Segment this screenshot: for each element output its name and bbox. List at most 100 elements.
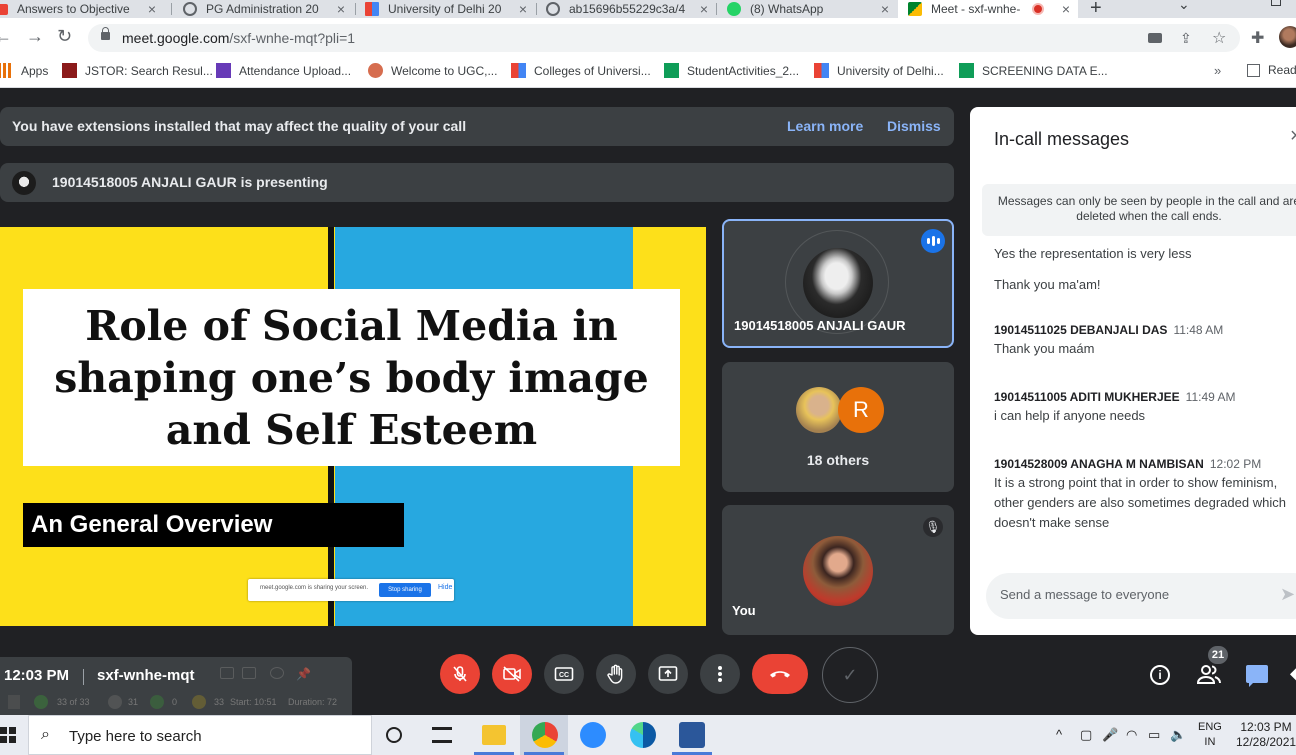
present-now-button[interactable] xyxy=(648,654,688,694)
people-button[interactable] xyxy=(1196,663,1222,685)
participant-count-badge: 21 xyxy=(1208,646,1228,664)
word-icon[interactable] xyxy=(679,722,705,748)
browser-tab[interactable]: PG Administration 20 × xyxy=(183,0,353,18)
close-icon[interactable]: × xyxy=(1290,125,1296,148)
participant-tile-others[interactable]: R 18 others xyxy=(722,362,954,492)
captions-icon: CC xyxy=(554,667,574,681)
dismiss-button[interactable]: Dismiss xyxy=(887,118,941,134)
extensions-puzzle-icon[interactable]: ✚ xyxy=(1251,28,1264,48)
chat-message: 19014511005 ADITI MUKHERJEE 11:49 AM i ca… xyxy=(994,390,1294,426)
close-tab-icon[interactable]: × xyxy=(700,1,708,17)
profile-avatar[interactable] xyxy=(1279,26,1296,48)
chevron-down-icon[interactable]: ⌄ xyxy=(1178,0,1190,13)
chat-icon[interactable] xyxy=(1246,665,1268,687)
share-notice-text: meet.google.com is sharing your screen. xyxy=(260,585,369,591)
bookmark-star-icon[interactable]: ☆ xyxy=(1212,28,1226,48)
camera-icon[interactable] xyxy=(1148,33,1162,43)
bookmark-apps[interactable]: Apps xyxy=(0,63,48,78)
activities-icon[interactable]: ◆ xyxy=(1290,663,1296,684)
file-explorer-icon[interactable] xyxy=(482,725,506,745)
windows-taskbar: ⌕ Type here to search ^ ▢ 🎤 ◠ ▭ 🔈 ENG IN… xyxy=(0,715,1296,755)
close-tab-icon[interactable]: × xyxy=(148,1,156,17)
edge-icon[interactable] xyxy=(630,722,656,748)
participant-tile-self[interactable]: 🎙 You xyxy=(722,505,954,635)
more-options-button[interactable] xyxy=(700,654,740,694)
tab-label: Answers to Objective xyxy=(17,2,130,16)
bookmark-screening[interactable]: SCREENING DATA E... xyxy=(959,63,1108,78)
tab-separator xyxy=(355,3,356,15)
bookmark-jstor[interactable]: JSTOR: Search Resul... xyxy=(62,63,213,78)
zoom-icon[interactable] xyxy=(580,722,606,748)
windows-start-icon[interactable] xyxy=(0,727,16,743)
bookmarks-overflow-button[interactable]: » xyxy=(1214,63,1221,78)
reload-icon[interactable]: ↻ xyxy=(57,27,72,45)
mic-off-icon: 🎙 xyxy=(923,517,943,537)
window-restore-icon[interactable] xyxy=(1271,0,1281,6)
captions-button[interactable]: CC xyxy=(544,654,584,694)
chat-message-text: Thank you ma'am! xyxy=(994,277,1101,292)
browser-tab[interactable]: Answers to Objective × xyxy=(0,0,164,18)
mic-off-button[interactable] xyxy=(440,654,480,694)
bookmark-ugc[interactable]: Welcome to UGC,... xyxy=(368,63,497,78)
meeting-code[interactable]: sxf-wnhe-mqt xyxy=(97,667,195,684)
close-tab-icon[interactable]: × xyxy=(519,1,527,17)
chat-message-input[interactable] xyxy=(1000,587,1270,602)
meeting-start-time: Start: 10:51 xyxy=(230,697,277,707)
close-tab-icon[interactable]: × xyxy=(1062,1,1070,17)
bookmarks-bar: Apps JSTOR: Search Resul... Attendance U… xyxy=(0,56,1296,88)
extension-warning-text: You have extensions installed that may a… xyxy=(12,118,467,134)
search-placeholder: Type here to search xyxy=(69,728,202,745)
tab-label: Meet - sxf-wnhe- xyxy=(931,2,1021,16)
participant-tile-presenter[interactable]: 19014518005 ANJALI GAUR xyxy=(722,219,954,348)
bookmark-colleges[interactable]: Colleges of Universi... xyxy=(511,63,651,78)
taskbar-clock[interactable]: 12:03 PM 12/28/2021 xyxy=(1236,720,1296,750)
chevron-up-icon[interactable]: ^ xyxy=(1056,727,1062,742)
meeting-details-info-icon[interactable]: i xyxy=(1150,665,1170,685)
wifi-icon[interactable]: ◠ xyxy=(1126,727,1137,743)
bookmark-du[interactable]: University of Delhi... xyxy=(814,63,944,78)
learn-more-link[interactable]: Learn more xyxy=(787,118,863,134)
avatar xyxy=(796,387,842,433)
task-view-icon[interactable] xyxy=(432,727,452,743)
bookmark-student-activities[interactable]: StudentActivities_2... xyxy=(664,63,799,78)
tab-separator xyxy=(716,3,717,15)
microphone-icon[interactable]: 🎤 xyxy=(1102,727,1118,743)
new-tab-button[interactable]: + xyxy=(1090,0,1102,18)
chat-sender: 19014511025 DEBANJALI DAS xyxy=(994,323,1168,337)
chat-sender: 19014511005 ADITI MUKHERJEE xyxy=(994,390,1180,404)
share-icon[interactable]: ⇪ xyxy=(1180,30,1192,47)
battery-icon[interactable]: ▭ xyxy=(1148,727,1160,743)
leave-call-button[interactable] xyxy=(752,654,808,694)
meet-now-icon[interactable]: ▢ xyxy=(1080,727,1092,743)
raise-hand-button[interactable] xyxy=(596,654,636,694)
close-tab-icon[interactable]: × xyxy=(881,1,889,17)
checkmark-button[interactable]: ✓ xyxy=(822,647,878,703)
reading-list-button[interactable]: Read xyxy=(1247,63,1296,77)
back-arrow-icon[interactable]: ← xyxy=(0,27,12,45)
speaking-indicator-icon xyxy=(921,229,945,253)
bookmark-attendance[interactable]: Attendance Upload... xyxy=(216,63,351,78)
cortana-icon[interactable] xyxy=(386,727,402,743)
participant-name: 19014518005 ANJALI GAUR xyxy=(734,318,906,333)
participants-icon xyxy=(34,695,48,709)
url-text[interactable]: meet.google.com/sxf-wnhe-mqt?pli=1 xyxy=(122,30,355,46)
browser-tab[interactable]: University of Delhi 20 × xyxy=(365,0,535,18)
camera-off-button[interactable] xyxy=(492,654,532,694)
taskbar-search-box[interactable]: ⌕ Type here to search xyxy=(28,715,372,755)
chat-compose-box[interactable]: ➤ xyxy=(986,573,1296,619)
forward-arrow-icon[interactable]: → xyxy=(26,27,44,45)
browser-tab[interactable]: (8) WhatsApp × xyxy=(727,0,897,18)
browser-tab-active[interactable]: Meet - sxf-wnhe- × xyxy=(898,0,1078,18)
browser-tab[interactable]: ab15696b55229c3a/4 × xyxy=(546,0,716,18)
present-screen-icon xyxy=(658,666,678,681)
address-bar[interactable]: meet.google.com/sxf-wnhe-mqt?pli=1 ⇪ ☆ xyxy=(88,24,1240,52)
close-tab-icon[interactable]: × xyxy=(337,1,345,17)
chrome-icon[interactable] xyxy=(532,722,558,748)
attendance-count: 33 xyxy=(214,697,225,707)
chat-timestamp: 11:48 AM xyxy=(1173,323,1224,337)
input-language[interactable]: ENG IN xyxy=(1198,720,1222,750)
send-icon[interactable]: ➤ xyxy=(1280,584,1295,605)
volume-icon[interactable]: 🔈 xyxy=(1170,727,1186,743)
bookmark-label: JSTOR: Search Resul... xyxy=(85,63,213,78)
lock-icon[interactable] xyxy=(101,27,110,40)
